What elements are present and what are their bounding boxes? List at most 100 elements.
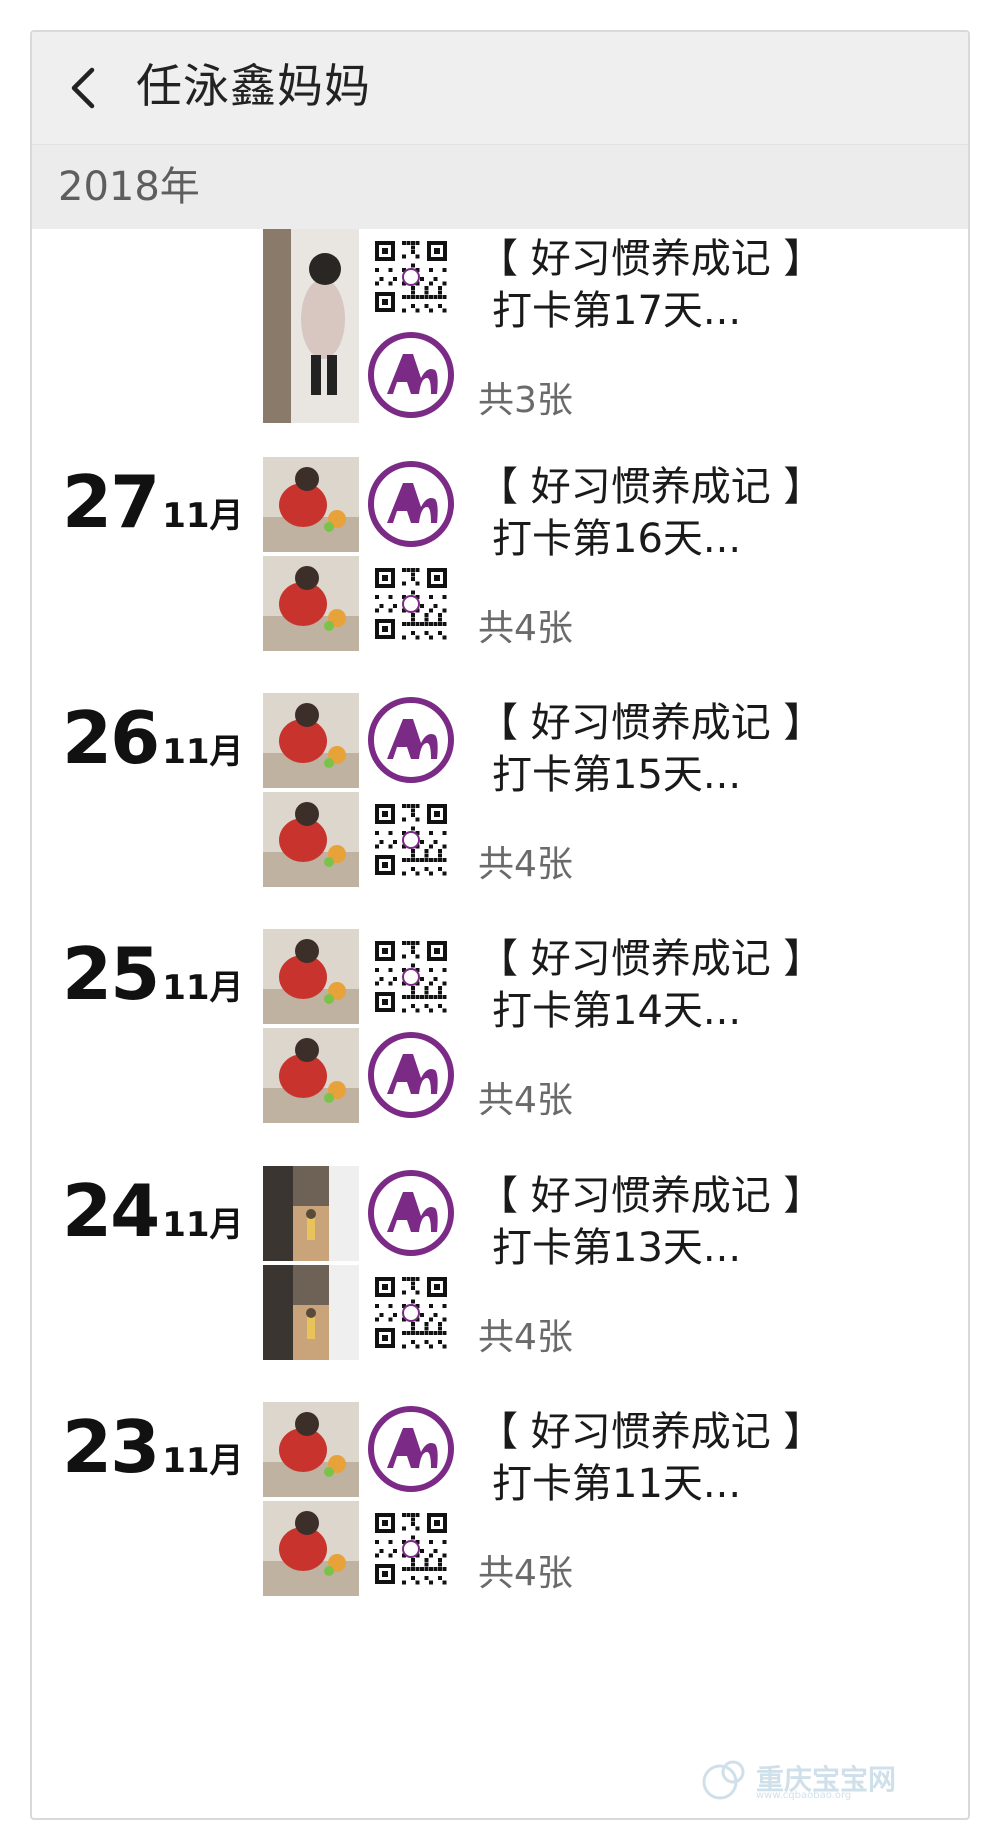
caption-text: 打卡第11天... <box>492 1461 742 1507</box>
post-image[interactable] <box>363 693 459 788</box>
post-image[interactable] <box>263 929 359 1024</box>
post-image-grid[interactable] <box>263 693 459 887</box>
logo-thumbnail <box>363 1166 459 1261</box>
post-image[interactable] <box>363 792 459 887</box>
post-entry[interactable]: 26 11月 【 好习惯养成记 】打卡第15天... 共4张 <box>32 693 968 893</box>
image-count: 共4张 <box>478 1080 573 1121</box>
caption-title: 【 好习惯养成记 】 <box>478 464 824 510</box>
photo-thumbnail <box>263 1028 359 1123</box>
post-image-grid[interactable] <box>263 929 459 1123</box>
year-label: 2018年 <box>58 164 200 210</box>
post-caption: 【 好习惯养成记 】打卡第11天... <box>478 1406 823 1510</box>
watermark-logo-icon <box>702 1760 745 1800</box>
caption-title: 【 好习惯养成记 】 <box>478 1409 824 1455</box>
post-image[interactable] <box>263 1028 359 1123</box>
post-caption: 【 好习惯养成记 】打卡第14天... <box>478 933 823 1037</box>
post-entry[interactable]: 【 好习惯养成记 】打卡第17天... 共3张 <box>32 229 968 429</box>
qr-code-thumbnail <box>363 229 459 324</box>
chevron-left-icon <box>71 67 95 109</box>
post-image-grid[interactable] <box>263 1166 459 1360</box>
qr-code-thumbnail <box>363 556 459 651</box>
back-button[interactable] <box>54 58 114 118</box>
image-count: 共4张 <box>478 1553 573 1594</box>
post-image[interactable] <box>263 457 359 552</box>
caption-title: 【 好习惯养成记 】 <box>478 700 824 746</box>
post-date: 26 11月 <box>62 693 244 783</box>
logo-thumbnail <box>363 328 459 423</box>
caption-title: 【 好习惯养成记 】 <box>478 236 824 282</box>
post-image[interactable] <box>363 929 459 1024</box>
image-count: 共3张 <box>478 380 573 421</box>
post-image[interactable] <box>263 1265 359 1360</box>
post-image-grid[interactable] <box>263 1402 459 1596</box>
watermark-subtext: www.cqbaobao.org <box>756 1790 852 1801</box>
post-image[interactable] <box>263 1501 359 1596</box>
post-date: 23 11月 <box>62 1402 244 1492</box>
caption-text: 打卡第16天... <box>492 516 742 562</box>
post-date: 24 11月 <box>62 1166 244 1256</box>
post-date: 25 11月 <box>62 929 244 1019</box>
qr-code-thumbnail <box>363 1265 459 1360</box>
post-month: 11月 <box>162 732 244 772</box>
photo-thumbnail <box>263 1501 359 1596</box>
photo-thumbnail <box>263 693 359 788</box>
post-entry[interactable]: 24 11月 【 好习惯养成记 】打卡第13天... 共4张 <box>32 1166 968 1366</box>
post-image-grid[interactable] <box>263 457 459 651</box>
photo-thumbnail <box>263 1265 359 1360</box>
post-image[interactable] <box>363 1166 459 1261</box>
post-date: 27 11月 <box>62 457 244 547</box>
qr-code-thumbnail <box>363 792 459 887</box>
post-image-grid[interactable] <box>263 229 459 423</box>
post-image[interactable] <box>363 328 459 423</box>
page-title: 任泳鑫妈妈 <box>136 59 371 113</box>
post-image[interactable] <box>363 457 459 552</box>
photo-thumbnail <box>263 929 359 1024</box>
photo-thumbnail <box>263 1402 359 1497</box>
post-image[interactable] <box>263 792 359 887</box>
caption-title: 【 好习惯养成记 】 <box>478 936 824 982</box>
post-image[interactable] <box>263 229 359 423</box>
post-month: 11月 <box>162 968 244 1008</box>
title-bar: 任泳鑫妈妈 <box>32 32 968 145</box>
post-month: 11月 <box>162 1205 244 1245</box>
caption-text: 打卡第15天... <box>492 752 742 798</box>
post-image[interactable] <box>363 556 459 651</box>
post-entry[interactable]: 25 11月 【 好习惯养成记 】打卡第14天... 共4张 <box>32 929 968 1129</box>
post-feed[interactable]: 【 好习惯养成记 】打卡第17天... 共3张 27 11月 【 好习惯养成记 】打卡… <box>32 229 968 1818</box>
post-caption: 【 好习惯养成记 】打卡第16天... <box>478 461 823 565</box>
post-image[interactable] <box>363 229 459 324</box>
post-image[interactable] <box>363 1265 459 1360</box>
logo-thumbnail <box>363 1028 459 1123</box>
post-day: 27 <box>62 460 160 544</box>
logo-thumbnail <box>363 693 459 788</box>
post-image[interactable] <box>363 1028 459 1123</box>
site-watermark: 重庆宝宝网 www.cqbaobao.org <box>700 1754 940 1804</box>
logo-thumbnail <box>363 457 459 552</box>
post-day: 25 <box>62 932 160 1016</box>
photo-thumbnail <box>263 457 359 552</box>
photo-thumbnail <box>263 792 359 887</box>
post-image[interactable] <box>263 1402 359 1497</box>
app-frame: 任泳鑫妈妈 2018年 【 好习惯养成记 】打卡第17天... 共3张 27 11月 … <box>30 30 970 1820</box>
caption-text: 打卡第13天... <box>492 1225 742 1271</box>
post-image[interactable] <box>263 1166 359 1261</box>
post-entry[interactable]: 23 11月 【 好习惯养成记 】打卡第11天... 共4张 <box>32 1402 968 1602</box>
caption-text: 打卡第14天... <box>492 988 742 1034</box>
qr-code-thumbnail <box>363 1501 459 1596</box>
image-count: 共4张 <box>478 844 573 885</box>
post-image[interactable] <box>363 1501 459 1596</box>
image-count: 共4张 <box>478 1317 573 1358</box>
caption-text: 打卡第17天... <box>492 288 742 334</box>
post-caption: 【 好习惯养成记 】打卡第13天... <box>478 1170 823 1274</box>
post-day: 24 <box>62 1169 160 1253</box>
post-month: 11月 <box>162 496 244 536</box>
image-count: 共4张 <box>478 608 573 649</box>
photo-thumbnail <box>263 556 359 651</box>
post-caption: 【 好习惯养成记 】打卡第15天... <box>478 697 823 801</box>
post-image[interactable] <box>263 693 359 788</box>
photo-thumbnail <box>263 1166 359 1261</box>
post-image[interactable] <box>263 556 359 651</box>
post-image[interactable] <box>363 1402 459 1497</box>
post-entry[interactable]: 27 11月 【 好习惯养成记 】打卡第16天... 共4张 <box>32 457 968 657</box>
post-day: 23 <box>62 1405 160 1489</box>
